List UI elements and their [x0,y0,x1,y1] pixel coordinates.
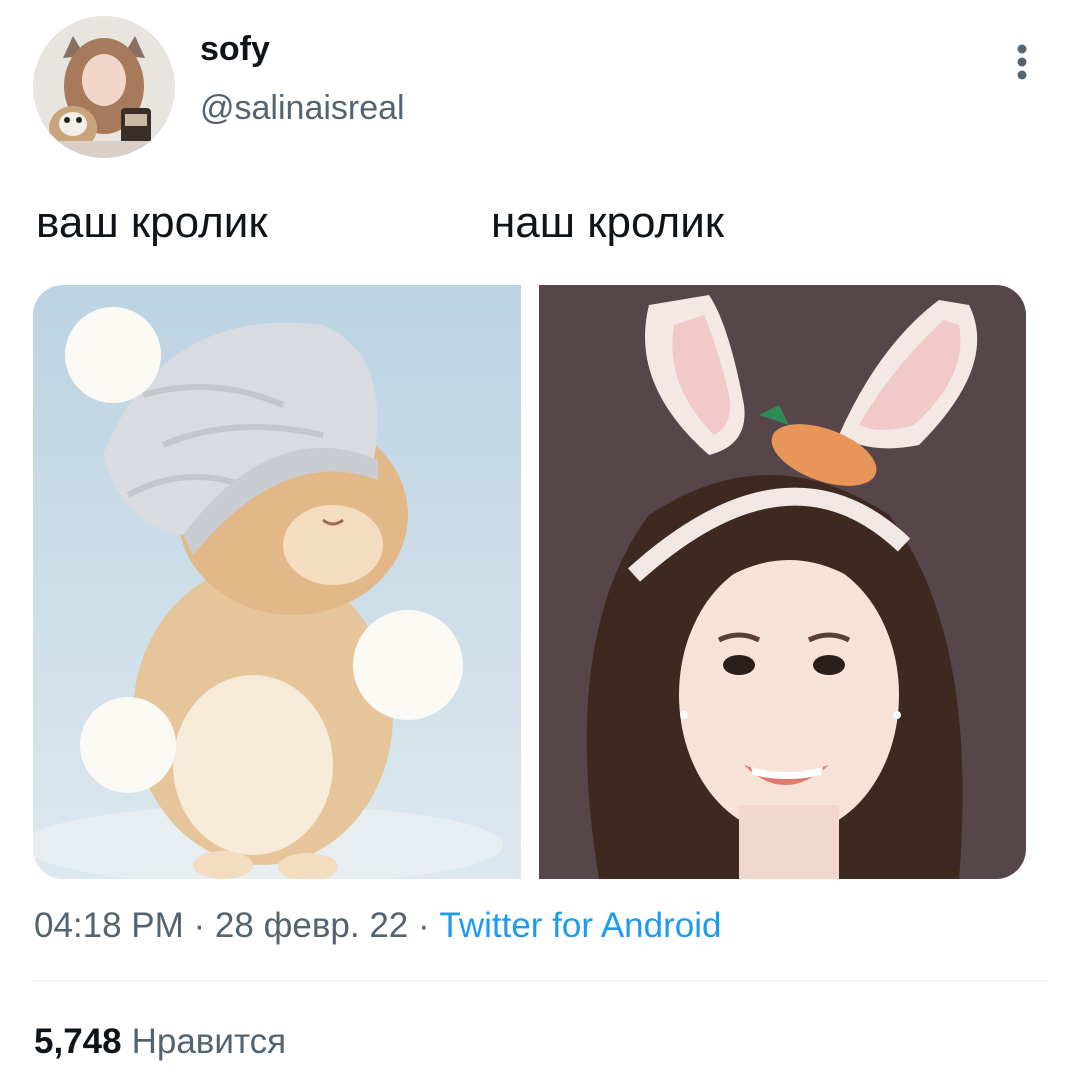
tweet-source-link[interactable]: Twitter for Android [439,906,721,945]
vertical-ellipsis-icon [1017,44,1027,80]
likes-label: Нравится [131,1022,287,1061]
woman-with-bunny-ears-headband-photo [539,285,1026,879]
more-options-button[interactable] [1004,44,1040,84]
tweet-date[interactable]: 28 февр. 22 [215,906,408,945]
tweet-text-right: наш кролик [491,198,725,247]
likes-count: 5,748 [34,1022,122,1061]
meta-separator: · [183,906,215,945]
divider [33,980,1047,982]
meta-separator: · [408,906,440,945]
likes-stat[interactable]: 5,748 Нравится [34,1022,286,1062]
tweet-time[interactable]: 04:18 PM [34,906,184,945]
author-handle[interactable]: @salinaisreal [200,89,405,128]
tweet-meta: 04:18 PM · 28 февр. 22 · Twitter for And… [34,906,721,946]
tweet-text-left: ваш кролик [36,198,268,247]
profile-photo [33,16,175,158]
author-display-name[interactable]: sofy [200,30,270,69]
tweet-media-grid [33,285,1026,879]
author-avatar[interactable] [33,16,175,158]
media-image-left[interactable] [33,285,521,879]
bunny-in-knit-hat-photo [33,285,521,879]
media-image-right[interactable] [539,285,1026,879]
